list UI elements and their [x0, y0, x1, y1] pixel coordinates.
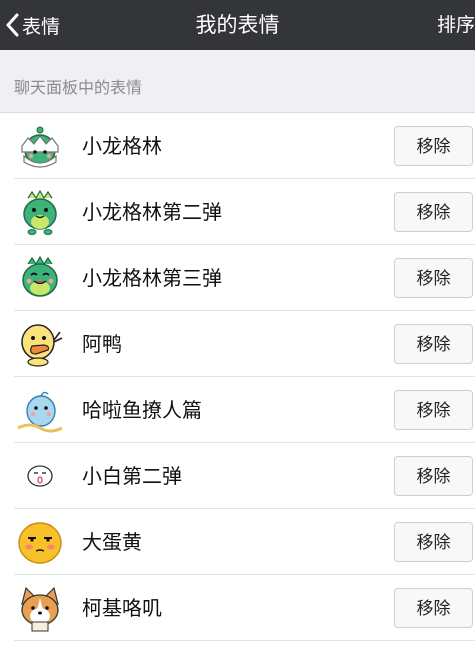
sticker-name: 小白第二弹 [82, 464, 182, 488]
remove-button[interactable]: 移除 [394, 126, 473, 166]
green-dragon-smiling-icon [14, 254, 66, 302]
sticker-name: 哈啦鱼撩人篇 [82, 398, 202, 422]
list-item: 小白第二弹 移除 [0, 443, 475, 509]
remove-button[interactable]: 移除 [394, 192, 473, 232]
list-item: 小龙格林第三弹 移除 [0, 245, 475, 311]
list-item: 柯基咯叽 移除 [0, 575, 475, 641]
sticker-name: 阿鸭 [82, 332, 122, 356]
remove-button[interactable]: 移除 [394, 390, 473, 430]
page-title: 我的表情 [195, 13, 280, 37]
remove-button[interactable]: 移除 [394, 522, 473, 562]
list-item: 阿鸭 移除 [0, 311, 475, 377]
navigation-bar: 表情 我的表情 排序 [0, 0, 475, 50]
list-item: 哈啦鱼撩人篇 移除 [0, 377, 475, 443]
sticker-name: 小龙格林 [82, 134, 162, 158]
sticker-list: 小龙格林 移除 小龙格林第二弹 移除 小龙格林第三弹 移除 阿鸭 移除 哈啦鱼撩… [0, 112, 475, 653]
section-header: 聊天面板中的表情 [14, 78, 143, 97]
blue-fish-icon [14, 386, 66, 434]
egg-yolk-face-icon [14, 518, 66, 566]
remove-button[interactable]: 移除 [394, 588, 473, 628]
sticker-name: 大蛋黄 [82, 530, 142, 554]
yellow-duck-icon [14, 320, 66, 368]
remove-button[interactable]: 移除 [394, 324, 473, 364]
corgi-dog-icon [14, 584, 66, 632]
remove-button[interactable]: 移除 [394, 258, 473, 298]
sort-button[interactable]: 排序 [437, 0, 475, 50]
list-item: 小龙格林 移除 [0, 113, 475, 179]
white-face-icon [14, 452, 66, 500]
sticker-name: 小龙格林第二弹 [82, 200, 222, 224]
divider [14, 640, 475, 641]
green-dragon-eggshell-icon [14, 122, 66, 170]
list-item: 小龙格林第二弹 移除 [0, 179, 475, 245]
remove-button[interactable]: 移除 [394, 456, 473, 496]
green-dragon-icon [14, 188, 66, 236]
sticker-name: 小龙格林第三弹 [82, 266, 222, 290]
sticker-name: 柯基咯叽 [82, 596, 162, 620]
list-item: 大蛋黄 移除 [0, 509, 475, 575]
